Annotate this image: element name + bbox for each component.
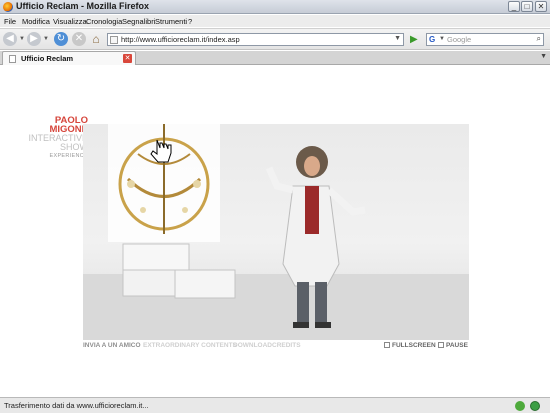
search-box[interactable]: G ▼ Google ⌕ xyxy=(426,33,544,46)
tab-page-icon xyxy=(9,55,16,63)
firefox-icon xyxy=(3,2,13,12)
tab-list-dropdown-icon[interactable]: ▼ xyxy=(540,53,547,60)
page-favicon-icon xyxy=(110,36,118,44)
logo-line-4: SHOW xyxy=(60,142,88,152)
paolo-migone-logo[interactable]: PAOLO MIGONE INTERACTIVE SHOW EXPERIENCE xyxy=(28,116,88,161)
home-icon[interactable]: ⌂ xyxy=(89,32,103,46)
fullscreen-label: FULLSCREEN xyxy=(392,342,436,349)
menu-bar: File Modifica Visualizza Cronologia Segn… xyxy=(0,15,550,27)
menu-strumenti[interactable]: Strumenti xyxy=(155,17,187,26)
addon-status-icon[interactable] xyxy=(530,401,540,411)
tab-bar: Ufficio Reclam ✕ ▼ xyxy=(0,51,550,65)
menu-help[interactable]: ? xyxy=(188,17,192,26)
window-title: Ufficio Reclam - Mozilla Firefox xyxy=(16,1,150,11)
pause-label: PAUSE xyxy=(446,342,468,349)
security-status-icon[interactable] xyxy=(515,401,525,411)
back-history-dropdown-icon[interactable]: ▼ xyxy=(19,36,25,42)
extraordinary-contents-link[interactable]: EXTRAORDINARY CONTENTS xyxy=(143,342,237,349)
status-text: Trasferimento dati da www.ufficioreclam.… xyxy=(4,401,149,410)
menu-file[interactable]: File xyxy=(4,17,16,26)
close-window-button[interactable]: ✕ xyxy=(535,1,547,12)
menu-modifica[interactable]: Modifica xyxy=(22,17,50,26)
maximize-button[interactable]: □ xyxy=(521,1,533,12)
pause-icon xyxy=(438,342,444,348)
menu-visualizza[interactable]: Visualizza xyxy=(53,17,87,26)
minimize-button[interactable]: _ xyxy=(508,1,520,12)
window-titlebar: Ufficio Reclam - Mozilla Firefox _ □ ✕ xyxy=(0,0,550,14)
credits-link[interactable]: CREDITS xyxy=(272,342,301,349)
url-bar[interactable]: http://www.ufficioreclam.it/index.asp ▼ xyxy=(107,33,404,46)
search-placeholder[interactable]: Google xyxy=(447,35,471,44)
menu-cronologia[interactable]: Cronologia xyxy=(86,17,122,26)
tab-close-icon[interactable]: ✕ xyxy=(123,54,132,63)
send-to-friend-link[interactable]: INVIA A UN AMICO xyxy=(83,342,141,349)
back-arrow-icon[interactable]: ◀ xyxy=(3,32,17,46)
download-link[interactable]: DOWNLOAD xyxy=(233,342,272,349)
stop-icon[interactable]: ✕ xyxy=(72,32,86,46)
reload-icon[interactable]: ↻ xyxy=(54,32,68,46)
search-icon[interactable]: ⌕ xyxy=(537,34,541,44)
white-boxes xyxy=(122,243,236,299)
search-engine-dropdown-icon[interactable]: ▼ xyxy=(439,36,445,42)
go-arrow-icon[interactable]: ▶ xyxy=(410,34,422,46)
video-frame xyxy=(83,124,469,340)
tab-ufficio-reclam[interactable]: Ufficio Reclam ✕ xyxy=(2,51,136,65)
navigation-toolbar: ◀ ▼ ▶ ▼ ↻ ✕ ⌂ http://www.ufficioreclam.i… xyxy=(0,28,550,50)
logo-line-5: EXPERIENCE xyxy=(49,153,88,159)
fullscreen-button[interactable]: FULLSCREEN xyxy=(384,342,436,349)
tab-label: Ufficio Reclam xyxy=(21,54,74,63)
google-engine-icon[interactable]: G xyxy=(429,35,435,44)
url-dropdown-icon[interactable]: ▼ xyxy=(394,35,401,42)
forward-arrow-icon[interactable]: ▶ xyxy=(27,32,41,46)
chandelier-image[interactable] xyxy=(108,124,220,242)
status-bar: Trasferimento dati da www.ufficioreclam.… xyxy=(0,397,550,413)
pause-button[interactable]: PAUSE xyxy=(438,342,468,349)
fullscreen-icon xyxy=(384,342,390,348)
video-controls: INVIA A UN AMICO EXTRAORDINARY CONTENTS … xyxy=(83,342,469,352)
menu-segnalibri[interactable]: Segnalibri xyxy=(122,17,155,26)
forward-history-dropdown-icon[interactable]: ▼ xyxy=(43,36,49,42)
video-player[interactable] xyxy=(83,124,469,340)
url-text[interactable]: http://www.ufficioreclam.it/index.asp xyxy=(121,35,240,44)
